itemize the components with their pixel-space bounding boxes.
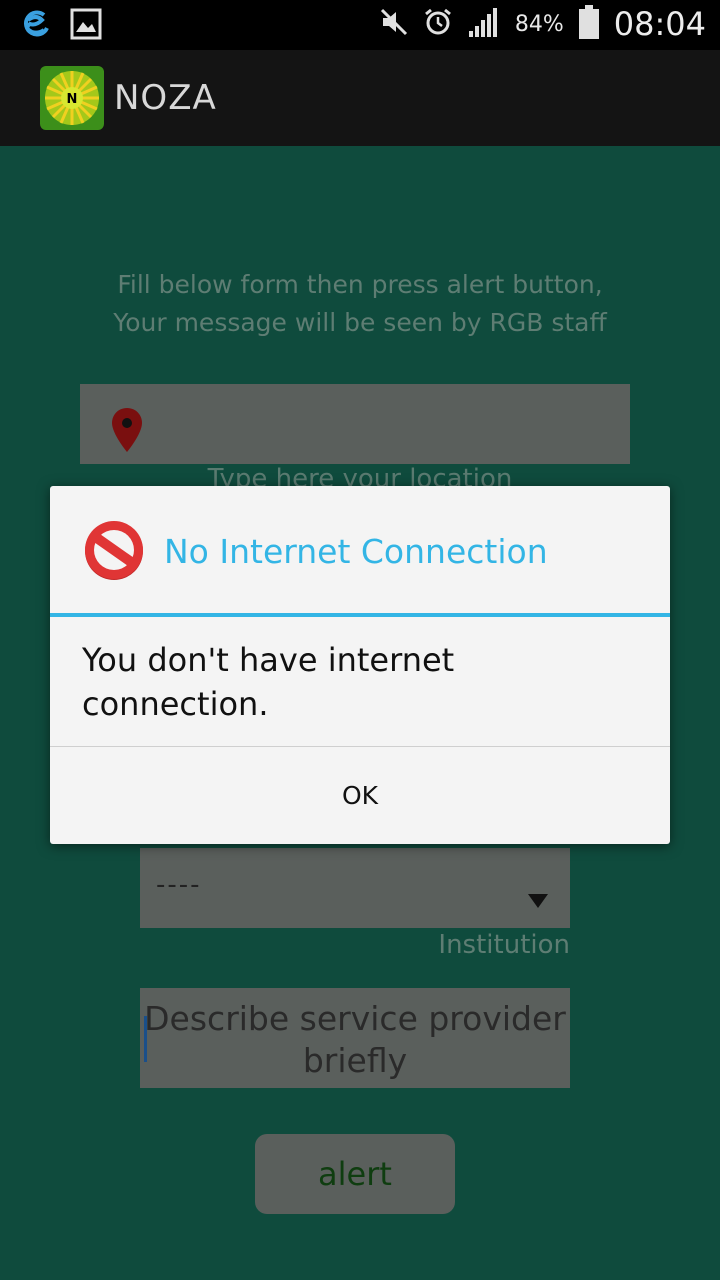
- gallery-icon: [70, 8, 102, 44]
- instructions: Fill below form then press alert button,…: [0, 266, 720, 342]
- dialog-message: You don't have internet connection.: [82, 641, 455, 723]
- alarm-icon: [423, 7, 453, 41]
- instructions-line-2: Your message will be seen by RGB staff: [113, 308, 607, 337]
- description-placeholder-line-1: Describe service provider: [144, 999, 566, 1038]
- institution-selected-value: ----: [156, 870, 202, 900]
- location-input[interactable]: [80, 384, 630, 464]
- clock: 08:04: [613, 5, 706, 43]
- no-internet-dialog: No Internet Connection You don't have in…: [50, 486, 670, 844]
- status-bar: 84% 08:04: [0, 0, 720, 50]
- instructions-line-1: Fill below form then press alert button,: [117, 270, 603, 299]
- description-placeholder-line-2: briefly: [302, 1041, 408, 1080]
- institution-label: Institution: [438, 930, 570, 960]
- app-title: NOZA: [114, 78, 217, 118]
- description-input[interactable]: Describe service provider briefly: [140, 988, 570, 1088]
- dialog-title-divider: [50, 613, 670, 617]
- map-pin-icon: [110, 406, 144, 454]
- battery-percent: 84%: [514, 11, 564, 37]
- app-logo[interactable]: N: [40, 66, 104, 130]
- dropdown-caret-icon: [528, 894, 548, 908]
- institution-dropdown[interactable]: ----: [140, 848, 570, 928]
- text-cursor: [144, 1016, 147, 1062]
- sync-icon: [18, 6, 54, 46]
- ok-button[interactable]: OK: [50, 747, 670, 844]
- action-bar: N NOZA: [0, 50, 720, 146]
- mute-icon: [379, 7, 409, 41]
- battery-icon: [578, 4, 600, 44]
- dialog-title: No Internet Connection: [164, 532, 548, 571]
- alert-button[interactable]: alert: [255, 1134, 455, 1214]
- no-entry-icon: [82, 518, 146, 582]
- signal-icon: [467, 5, 501, 43]
- logo-letter: N: [67, 92, 78, 107]
